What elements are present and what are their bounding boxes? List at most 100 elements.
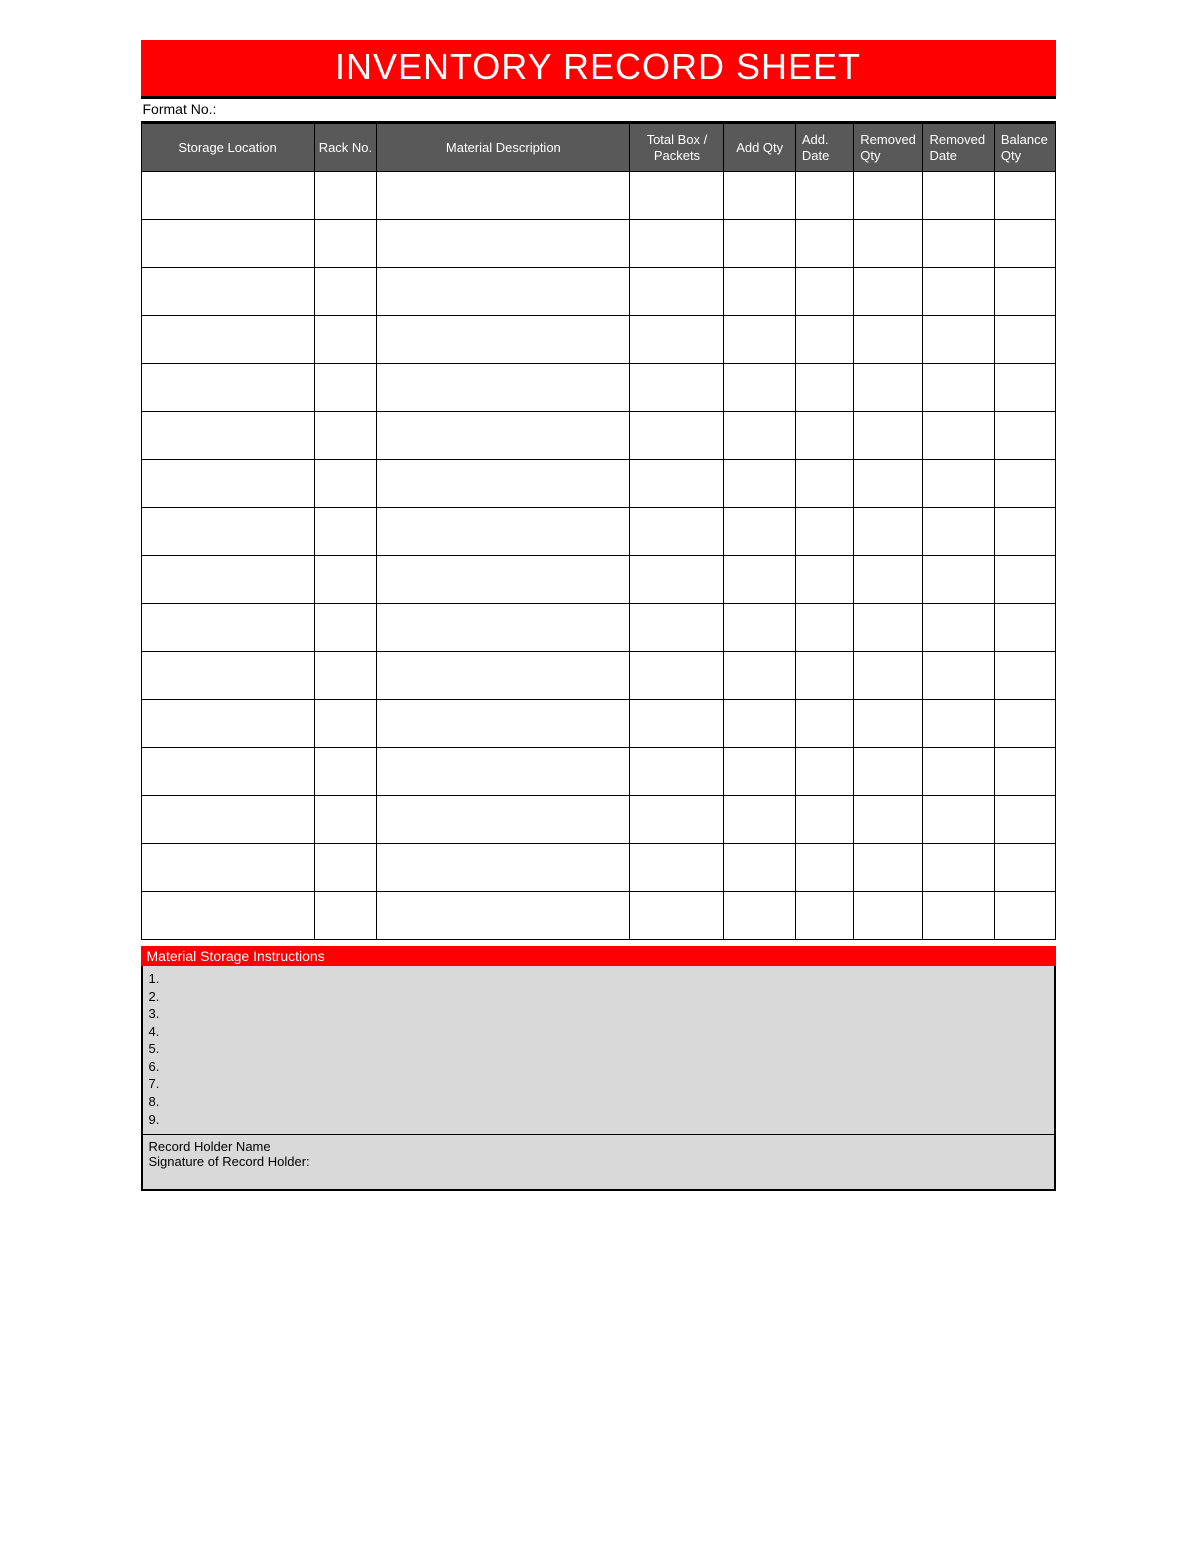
table-cell[interactable] xyxy=(314,844,377,892)
table-cell[interactable] xyxy=(854,748,923,796)
table-cell[interactable] xyxy=(854,556,923,604)
table-cell[interactable] xyxy=(630,268,724,316)
table-cell[interactable] xyxy=(377,604,630,652)
table-cell[interactable] xyxy=(314,172,377,220)
table-cell[interactable] xyxy=(377,316,630,364)
table-cell[interactable] xyxy=(141,412,314,460)
table-cell[interactable] xyxy=(724,556,795,604)
table-cell[interactable] xyxy=(724,172,795,220)
table-cell[interactable] xyxy=(314,652,377,700)
table-cell[interactable] xyxy=(854,316,923,364)
table-cell[interactable] xyxy=(994,844,1055,892)
table-cell[interactable] xyxy=(724,604,795,652)
table-cell[interactable] xyxy=(314,796,377,844)
table-cell[interactable] xyxy=(994,508,1055,556)
table-cell[interactable] xyxy=(724,892,795,940)
table-cell[interactable] xyxy=(314,412,377,460)
table-cell[interactable] xyxy=(795,412,853,460)
table-cell[interactable] xyxy=(795,220,853,268)
table-cell[interactable] xyxy=(994,316,1055,364)
table-cell[interactable] xyxy=(314,604,377,652)
table-cell[interactable] xyxy=(795,748,853,796)
table-cell[interactable] xyxy=(994,700,1055,748)
table-cell[interactable] xyxy=(314,748,377,796)
table-cell[interactable] xyxy=(377,844,630,892)
table-cell[interactable] xyxy=(854,172,923,220)
table-cell[interactable] xyxy=(994,604,1055,652)
table-cell[interactable] xyxy=(994,412,1055,460)
table-cell[interactable] xyxy=(314,316,377,364)
table-cell[interactable] xyxy=(854,796,923,844)
table-cell[interactable] xyxy=(994,460,1055,508)
table-cell[interactable] xyxy=(141,652,314,700)
table-cell[interactable] xyxy=(854,412,923,460)
table-cell[interactable] xyxy=(630,844,724,892)
table-cell[interactable] xyxy=(630,220,724,268)
table-cell[interactable] xyxy=(923,844,994,892)
table-cell[interactable] xyxy=(923,700,994,748)
table-cell[interactable] xyxy=(377,748,630,796)
table-cell[interactable] xyxy=(141,604,314,652)
table-cell[interactable] xyxy=(854,652,923,700)
table-cell[interactable] xyxy=(994,748,1055,796)
table-cell[interactable] xyxy=(923,748,994,796)
table-cell[interactable] xyxy=(724,748,795,796)
table-cell[interactable] xyxy=(795,892,853,940)
table-cell[interactable] xyxy=(795,364,853,412)
table-cell[interactable] xyxy=(994,364,1055,412)
table-cell[interactable] xyxy=(377,172,630,220)
table-cell[interactable] xyxy=(923,172,994,220)
table-cell[interactable] xyxy=(141,796,314,844)
table-cell[interactable] xyxy=(314,268,377,316)
table-cell[interactable] xyxy=(141,172,314,220)
table-cell[interactable] xyxy=(854,892,923,940)
table-cell[interactable] xyxy=(854,460,923,508)
table-cell[interactable] xyxy=(854,700,923,748)
table-cell[interactable] xyxy=(795,844,853,892)
table-cell[interactable] xyxy=(795,508,853,556)
table-cell[interactable] xyxy=(630,316,724,364)
table-cell[interactable] xyxy=(724,844,795,892)
table-cell[interactable] xyxy=(795,700,853,748)
table-cell[interactable] xyxy=(377,364,630,412)
table-cell[interactable] xyxy=(377,460,630,508)
table-cell[interactable] xyxy=(724,652,795,700)
table-cell[interactable] xyxy=(724,220,795,268)
table-cell[interactable] xyxy=(923,508,994,556)
table-cell[interactable] xyxy=(630,508,724,556)
table-cell[interactable] xyxy=(854,844,923,892)
table-cell[interactable] xyxy=(854,508,923,556)
table-cell[interactable] xyxy=(795,556,853,604)
table-cell[interactable] xyxy=(141,220,314,268)
table-cell[interactable] xyxy=(795,652,853,700)
table-cell[interactable] xyxy=(795,268,853,316)
table-cell[interactable] xyxy=(994,796,1055,844)
table-cell[interactable] xyxy=(795,796,853,844)
table-cell[interactable] xyxy=(314,364,377,412)
table-cell[interactable] xyxy=(923,892,994,940)
table-cell[interactable] xyxy=(923,364,994,412)
table-cell[interactable] xyxy=(994,556,1055,604)
table-cell[interactable] xyxy=(724,364,795,412)
table-cell[interactable] xyxy=(377,892,630,940)
table-cell[interactable] xyxy=(994,892,1055,940)
table-cell[interactable] xyxy=(923,268,994,316)
table-cell[interactable] xyxy=(377,412,630,460)
table-cell[interactable] xyxy=(923,220,994,268)
table-cell[interactable] xyxy=(314,508,377,556)
table-cell[interactable] xyxy=(377,508,630,556)
table-cell[interactable] xyxy=(854,364,923,412)
table-cell[interactable] xyxy=(994,220,1055,268)
table-cell[interactable] xyxy=(630,700,724,748)
table-cell[interactable] xyxy=(994,652,1055,700)
table-cell[interactable] xyxy=(630,172,724,220)
table-cell[interactable] xyxy=(724,316,795,364)
table-cell[interactable] xyxy=(141,748,314,796)
table-cell[interactable] xyxy=(724,460,795,508)
table-cell[interactable] xyxy=(854,268,923,316)
table-cell[interactable] xyxy=(795,172,853,220)
table-cell[interactable] xyxy=(377,556,630,604)
table-cell[interactable] xyxy=(314,556,377,604)
table-cell[interactable] xyxy=(630,460,724,508)
table-cell[interactable] xyxy=(923,460,994,508)
